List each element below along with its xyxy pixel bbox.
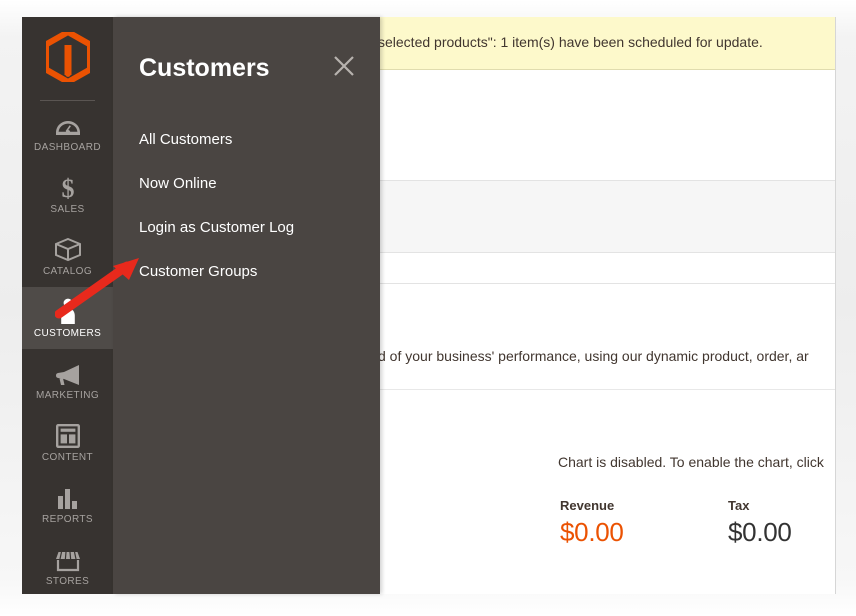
menu-item-now-online[interactable]: Now Online — [113, 161, 380, 205]
total-tax-label: Tax — [728, 498, 750, 513]
sidebar-item-stores[interactable]: STORES — [22, 535, 113, 594]
storefront-icon — [55, 546, 81, 572]
chart-disabled-message: Chart is disabled. To enable the chart, … — [558, 454, 824, 470]
admin-sidebar: DASHBOARD $ SALES CATALOG CUSTOMERS MARK… — [22, 17, 113, 594]
total-tax: Tax $0.00 — [728, 498, 835, 548]
dashboard-gauge-icon — [55, 112, 80, 138]
close-x-icon[interactable] — [330, 52, 358, 80]
sidebar-item-label: STORES — [45, 575, 90, 587]
sidebar-item-label: REPORTS — [42, 513, 93, 525]
chart-section: Chart is disabled. To enable the chart, … — [378, 390, 835, 594]
total-tax-value: $0.00 — [728, 517, 792, 547]
sidebar-item-dashboard[interactable]: DASHBOARD — [22, 101, 113, 163]
sidebar-item-catalog[interactable]: CATALOG — [22, 225, 113, 287]
sidebar-item-label: SALES — [50, 203, 85, 215]
page-layout-icon — [55, 422, 80, 448]
sidebar-item-marketing[interactable]: MARKETING — [22, 349, 113, 411]
menu-item-label: Customer Groups — [139, 262, 258, 280]
customers-flyout-menu: Customers All Customers Now Online Login… — [113, 17, 380, 594]
total-revenue: Revenue $0.00 — [560, 498, 728, 548]
dashboard-description-text: d of your business' performance, using o… — [378, 348, 809, 364]
sidebar-item-label: DASHBOARD — [34, 141, 101, 153]
notification-message: selected products": 1 item(s) have been … — [378, 34, 763, 50]
content-row-gray — [378, 181, 835, 253]
menu-item-login-as-customer-log[interactable]: Login as Customer Log — [113, 205, 380, 249]
notification-banner: selected products": 1 item(s) have been … — [378, 17, 835, 70]
magento-logo[interactable] — [22, 17, 113, 101]
menu-item-label: All Customers — [139, 130, 233, 148]
bar-chart-icon — [56, 484, 80, 510]
total-revenue-label: Revenue — [560, 498, 615, 513]
menu-item-all-customers[interactable]: All Customers — [113, 117, 380, 161]
menu-item-label: Now Online — [139, 174, 217, 192]
sidebar-item-content[interactable]: CONTENT — [22, 411, 113, 473]
megaphone-icon — [55, 360, 81, 386]
content-row-upper — [378, 71, 835, 181]
sidebar-item-label: CUSTOMERS — [33, 327, 102, 339]
flyout-title: Customers — [139, 54, 270, 82]
total-revenue-value: $0.00 — [560, 517, 624, 547]
sidebar-item-reports[interactable]: REPORTS — [22, 473, 113, 535]
sidebar-item-label: MARKETING — [35, 389, 100, 401]
admin-content-panel: selected products": 1 item(s) have been … — [378, 17, 836, 594]
menu-item-label: Login as Customer Log — [139, 218, 295, 236]
person-icon — [59, 298, 77, 324]
box-package-icon — [54, 236, 81, 262]
dollar-sign-icon: $ — [58, 174, 78, 200]
sidebar-item-label: CATALOG — [42, 265, 93, 277]
flyout-menu-list: All Customers Now Online Login as Custom… — [113, 117, 380, 293]
svg-text:$: $ — [61, 174, 74, 200]
content-row-divider — [378, 253, 835, 284]
magento-logo-icon — [42, 28, 93, 87]
sidebar-item-customers[interactable]: CUSTOMERS — [22, 287, 113, 349]
totals-row: Revenue $0.00 Tax $0.00 — [560, 498, 835, 548]
menu-item-customer-groups[interactable]: Customer Groups — [113, 249, 380, 293]
sidebar-item-label: CONTENT — [41, 451, 94, 463]
sidebar-item-sales[interactable]: $ SALES — [22, 163, 113, 225]
content-row-description: d of your business' performance, using o… — [378, 284, 835, 390]
